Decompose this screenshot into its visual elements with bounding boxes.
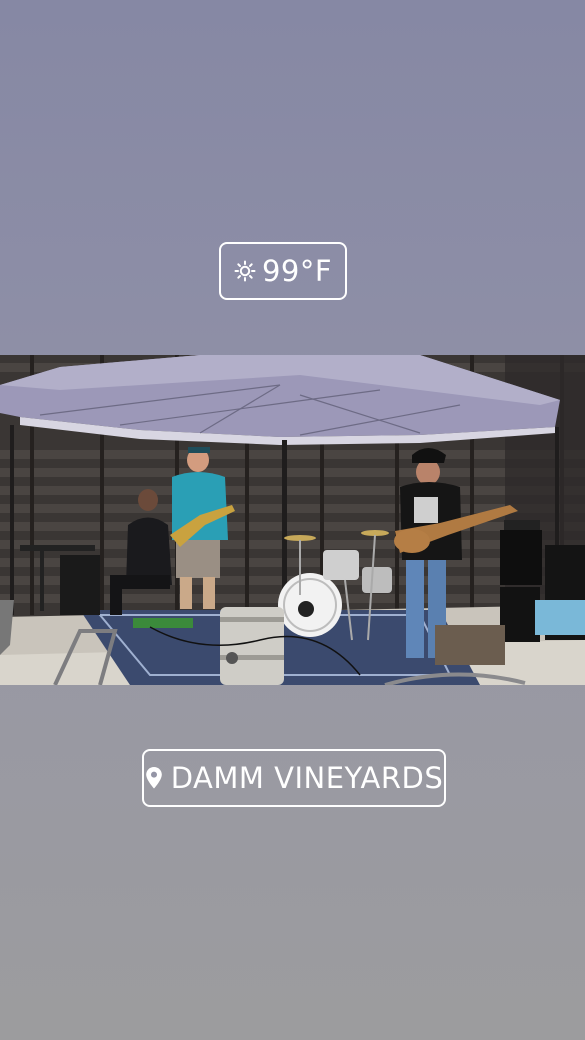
location-sticker[interactable]: DAMM VINEYARDS	[142, 749, 446, 807]
band-photo	[0, 355, 585, 685]
location-pin-icon	[145, 766, 163, 790]
location-name-text: DAMM VINEYARDS	[170, 761, 444, 795]
story-background: 99°F DAMM VINEYARDS	[0, 0, 585, 1040]
weather-sticker[interactable]: 99°F	[219, 242, 347, 300]
sun-icon	[234, 260, 256, 282]
temperature-text: 99°F	[261, 254, 333, 288]
